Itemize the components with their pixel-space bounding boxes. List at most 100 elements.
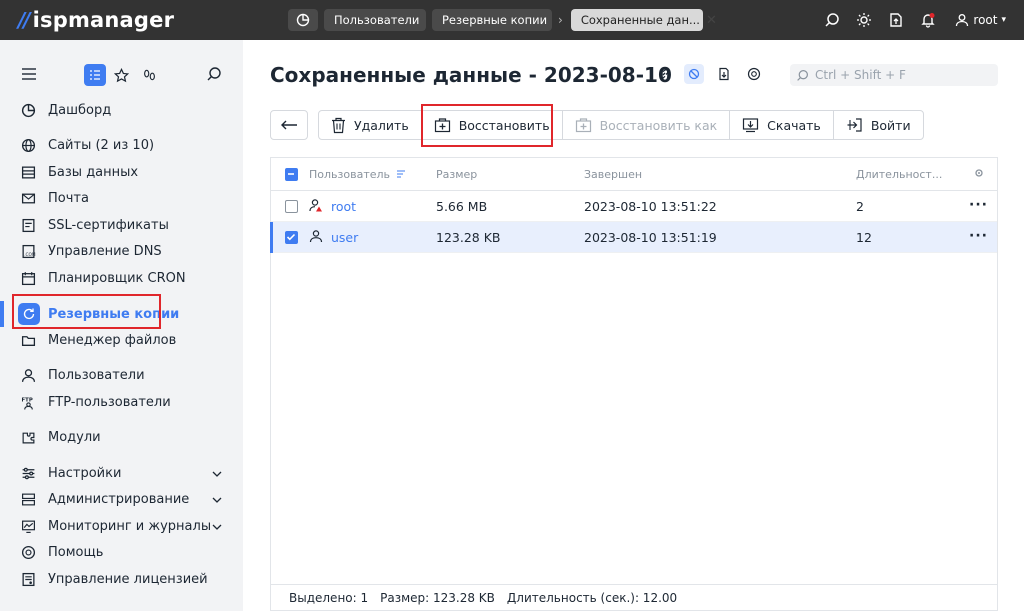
monitoring-icon [20,518,37,535]
restore-as-button[interactable]: Восстановить как [563,111,731,139]
sidebar-item-dns[interactable]: .COM Управление DNS [0,238,243,264]
sidebar-item-label: Сайты (2 из 10) [48,137,155,153]
row-actions-icon[interactable]: ··· [969,228,988,244]
highlight-frame-backups [12,294,161,329]
login-icon [847,118,862,132]
login-label: Войти [870,117,911,133]
row-actions-icon[interactable]: ··· [969,197,988,213]
sidebar-item-dashboard[interactable]: Дашборд [0,97,243,123]
search-input[interactable] [815,68,985,82]
footer-size: Размер: 123.28 KB [380,590,495,605]
menu-toggle-icon[interactable] [21,68,37,84]
delete-button[interactable]: Удалить [319,111,422,139]
footer-duration: Длительность (сек.): 12.00 [506,590,678,605]
sidebar-item-label: Управление лицензией [48,571,208,587]
sidebar-item-monitoring[interactable]: Мониторинг и журналы [0,513,243,539]
sync-icon[interactable] [684,64,704,84]
mail-icon [20,190,37,207]
sidebar-item-label: Помощь [48,544,104,560]
sidebar-item-license[interactable]: Управление лицензией [0,566,243,592]
tab-users[interactable]: Пользователи [324,9,426,31]
tab-backups[interactable]: Резервные копии [432,9,552,31]
download-icon [743,118,759,133]
database-icon [20,164,37,181]
logo-mark-icon: // [18,8,31,32]
lifebuoy-icon[interactable] [744,64,764,84]
column-header-finished[interactable]: Завершен [584,168,642,181]
column-settings-icon[interactable] [974,168,984,181]
sidebar-item-administration[interactable]: Администрирование [0,486,243,512]
chevron-down-icon [212,492,222,507]
logo-text: ispmanager [32,8,175,32]
cell-size: 5.66 MB [436,199,488,214]
footprints-tab[interactable] [138,64,160,86]
select-all-checkbox[interactable] [285,168,298,181]
cell-user[interactable]: root [331,199,356,214]
sidebar-search-icon[interactable] [206,66,222,86]
sidebar-item-help[interactable]: Помощь [0,539,243,565]
column-header-user[interactable]: Пользователь [309,168,406,181]
link-icon[interactable] [654,64,674,84]
pie-chart-icon [296,13,310,27]
menu-list-tab[interactable] [84,64,106,86]
table-row[interactable]: user 123.28 KB 2023-08-10 13:51:19 12 ··… [270,222,997,253]
sidebar-item-ssl[interactable]: SSL-сертификаты [0,212,243,238]
chevron-right-icon: › [558,13,563,27]
cell-user[interactable]: user [331,230,358,245]
svg-text:.COM: .COM [24,251,36,257]
sidebar-item-label: FTP-пользователи [48,394,171,410]
user-name: root [973,13,998,27]
sidebar-item-databases[interactable]: Базы данных [0,159,243,185]
arrow-left-icon [281,120,297,130]
theme-sun-icon[interactable] [855,11,873,29]
sidebar-item-cron[interactable]: Планировщик CRON [0,265,243,291]
dashboard-crumb-button[interactable] [288,9,318,31]
column-header-size[interactable]: Размер [436,168,477,181]
sidebar-item-sites[interactable]: Сайты (2 из 10) [0,132,243,158]
sidebar-item-ftp-users[interactable]: FTP FTP-пользователи [0,389,243,415]
certificate-icon [20,217,37,234]
search-icon[interactable] [823,11,841,29]
row-checkbox[interactable] [285,231,298,244]
user-menu[interactable]: root ▾ [955,13,1006,27]
table-row[interactable]: root 5.66 MB 2023-08-10 13:51:22 2 ··· [271,191,997,222]
back-button[interactable] [270,110,308,140]
tab-saved-data-label: Сохраненные дан... [580,13,700,27]
user-icon [20,367,37,384]
download-button[interactable]: Скачать [730,111,834,139]
sidebar-item-file-manager[interactable]: Менеджер файлов [0,327,243,353]
list-icon [90,70,100,80]
footer-selected: Выделено: 1 [289,590,369,605]
ftp-icon: FTP [20,394,37,411]
logo[interactable]: // ispmanager [18,8,268,32]
sidebar-item-label: Мониторинг и журналы [48,518,212,534]
download-doc-icon[interactable] [714,64,734,84]
sidebar-item-users[interactable]: Пользователи [0,362,243,388]
table-header: Пользователь Размер Завершен Длительност… [271,158,997,191]
footprints-icon [143,69,155,80]
bell-icon[interactable] [919,11,937,29]
search-icon [797,69,808,81]
favorites-tab[interactable] [110,64,132,86]
star-icon [113,67,129,82]
column-header-user-label: Пользователь [309,168,391,181]
delete-label: Удалить [354,117,409,133]
sort-icon [396,170,405,178]
sidebar-item-label: SSL-сертификаты [48,217,169,233]
row-checkbox[interactable] [285,200,298,213]
upload-file-icon[interactable] [887,11,905,29]
page-title: Сохраненные данные - 2023-08-10 [270,63,672,87]
table-footer: Выделено: 1 Размер: 123.28 KB Длительнос… [271,584,997,610]
sidebar-item-mail[interactable]: Почта [0,185,243,211]
sidebar-item-modules[interactable]: Модули [0,424,243,450]
tab-saved-data[interactable]: Сохраненные дан... ✕ [570,9,717,31]
login-button[interactable]: Войти [834,111,923,139]
settings-icon [20,465,37,482]
cell-duration: 2 [856,199,864,214]
close-icon[interactable]: ✕ [706,13,717,28]
column-header-duration[interactable]: Длительност... [856,168,942,181]
sidebar-item-settings[interactable]: Настройки [0,460,243,486]
main-search[interactable] [790,64,998,86]
sidebar-item-label: Модули [48,429,101,445]
restore-as-icon [575,118,591,133]
